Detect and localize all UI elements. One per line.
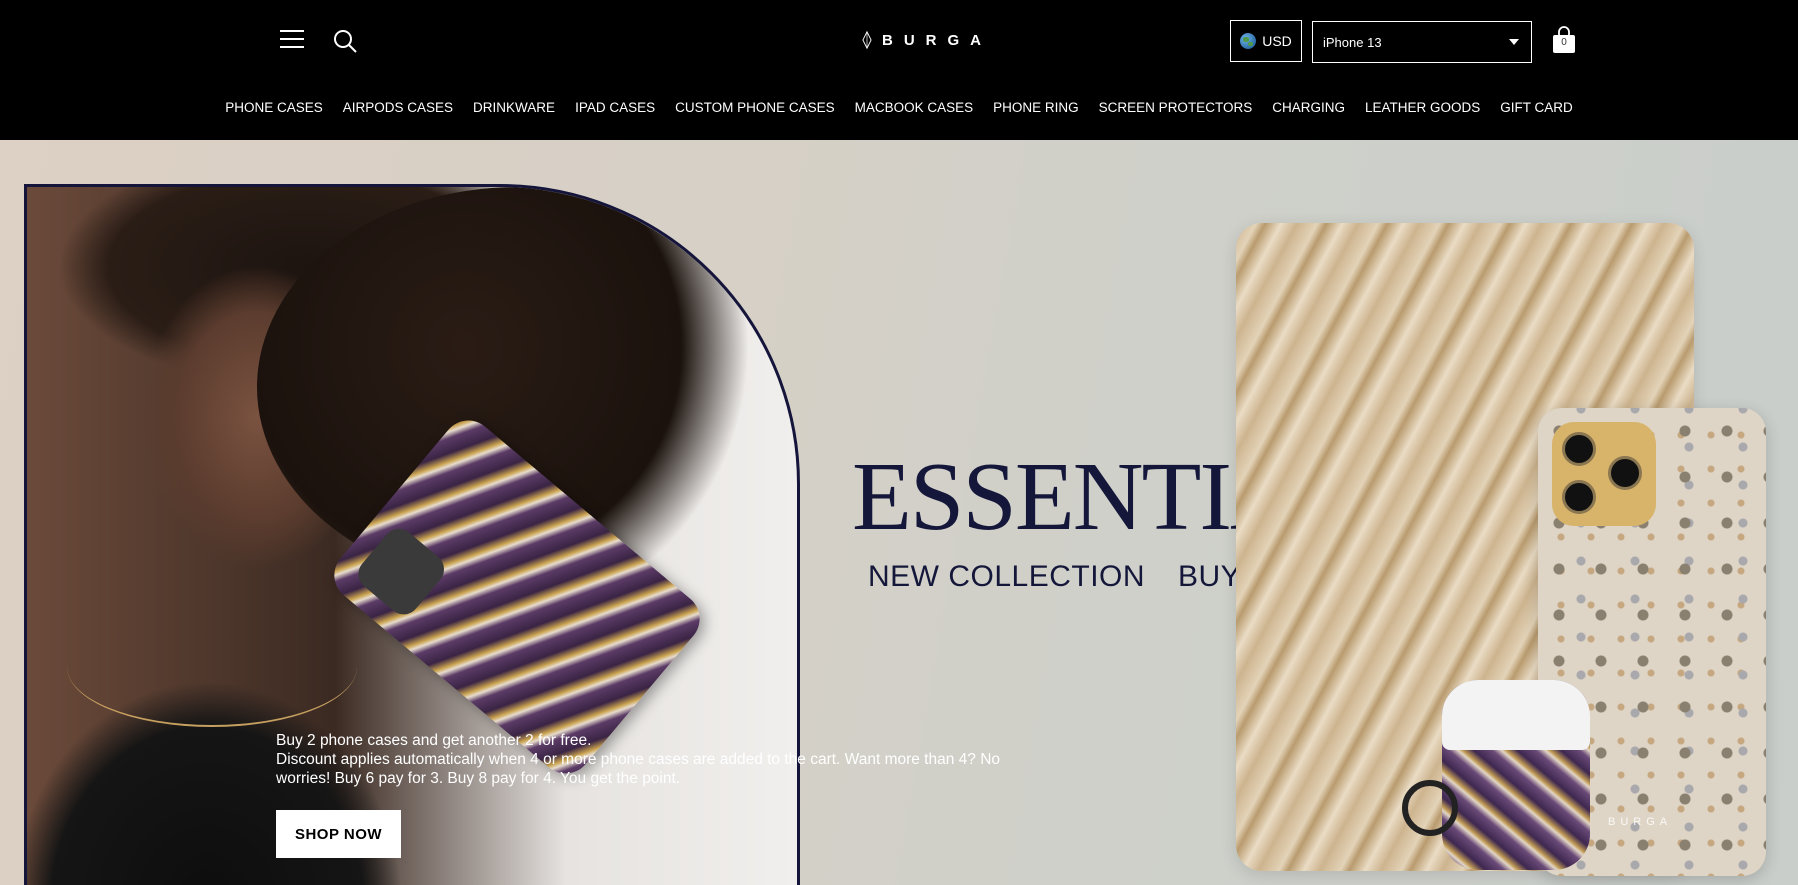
ring-icon — [1402, 780, 1458, 836]
case-brand-mark: BURGA — [1608, 816, 1673, 828]
airpods-lid — [1442, 680, 1590, 750]
main-nav: PHONE CASES AIRPODS CASES DRINKWARE IPAD… — [0, 100, 1798, 115]
camera-lens — [1562, 432, 1596, 466]
nav-item-leather-goods[interactable]: LEATHER GOODS — [1365, 100, 1480, 115]
search-icon[interactable] — [332, 28, 358, 54]
camera-lens — [1608, 456, 1642, 490]
nav-item-charging[interactable]: CHARGING — [1272, 100, 1345, 115]
cart-icon[interactable]: 0 — [1552, 26, 1576, 54]
logo-mark-icon — [862, 30, 872, 50]
device-model-select[interactable]: iPhone 13 — [1312, 21, 1532, 63]
nav-item-custom-phone-cases[interactable]: CUSTOM PHONE CASES — [675, 100, 835, 115]
nav-item-phone-cases[interactable]: PHONE CASES — [225, 100, 323, 115]
camera-module — [351, 522, 451, 621]
promo-line-1: Buy 2 phone cases and get another 2 for … — [276, 732, 592, 749]
device-model-value: iPhone 13 — [1323, 34, 1382, 50]
nav-item-screen-protectors[interactable]: SCREEN PROTECTORS — [1099, 100, 1253, 115]
brand-logo[interactable]: BURGA — [862, 20, 992, 60]
menu-icon[interactable] — [280, 28, 306, 50]
nav-item-phone-ring[interactable]: PHONE RING — [993, 100, 1079, 115]
nav-item-drinkware[interactable]: DRINKWARE — [473, 100, 555, 115]
globe-icon — [1240, 33, 1257, 49]
chevron-down-icon — [1509, 39, 1519, 45]
airpods-case-image — [1402, 680, 1590, 870]
logo-text: BURGA — [882, 31, 992, 49]
currency-label: USD — [1262, 33, 1292, 49]
nav-item-gift-card[interactable]: GIFT CARD — [1500, 100, 1573, 115]
necklace — [67, 607, 357, 727]
currency-selector[interactable]: USD — [1230, 20, 1302, 62]
shop-now-button[interactable]: SHOP NOW — [276, 810, 401, 858]
camera-module — [1552, 422, 1656, 526]
camera-lens — [1562, 480, 1596, 514]
nav-item-macbook-cases[interactable]: MACBOOK CASES — [855, 100, 974, 115]
nav-item-airpods-cases[interactable]: AIRPODS CASES — [343, 100, 453, 115]
hero-banner[interactable]: ESSENTIALS NEW COLLECTION BUY 2 GET 2 FR… — [0, 140, 1798, 885]
cart-count: 0 — [1561, 37, 1567, 48]
nav-item-ipad-cases[interactable]: IPAD CASES — [575, 100, 655, 115]
site-header: BURGA USD iPhone 13 0 PHONE CASES AIRPOD… — [0, 0, 1798, 140]
promo-line-2: Discount applies automatically when 4 or… — [276, 751, 1001, 787]
hero-subheading-collection: NEW COLLECTION — [868, 560, 1146, 593]
promo-description: Buy 2 phone cases and get another 2 for … — [276, 731, 1036, 788]
